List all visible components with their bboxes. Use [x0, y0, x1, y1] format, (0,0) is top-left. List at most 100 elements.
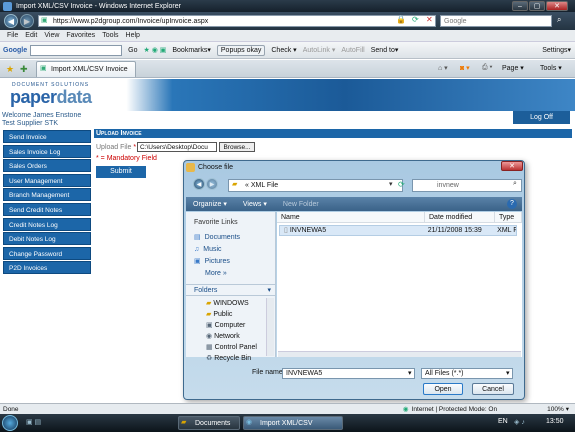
window-title: Import XML/CSV Invoice - Windows Interne… — [16, 2, 181, 10]
filetype-select[interactable]: All Files (*.*) — [421, 368, 513, 379]
submit-button[interactable]: Submit — [96, 166, 146, 178]
bookmarks-button[interactable]: Bookmarks▾ — [172, 46, 211, 54]
dialog-path-field[interactable]: « XML File — [228, 179, 403, 192]
autofill-button[interactable]: AutoFill — [341, 47, 364, 54]
dialog-close-button[interactable]: ✕ — [501, 161, 523, 171]
folders-heading[interactable]: Folders ▾ — [186, 284, 275, 296]
more-link[interactable]: More » — [186, 268, 275, 280]
col-date-modified[interactable]: Date modified — [425, 211, 495, 223]
url-field[interactable]: https://www.p2dgroup.com/Invoice/upInvoi… — [38, 15, 436, 27]
sidebar-item-sales-invoice-log[interactable]: Sales Invoice Log — [3, 144, 91, 158]
zone-text: Internet | Protected Mode: On — [411, 405, 498, 413]
sidebar-item-send-credit-notes[interactable]: Send Credit Notes — [3, 202, 91, 216]
folder-recycle-bin[interactable]: ♻ Recycle Bin — [186, 353, 275, 364]
mandatory-note: * = Mandatory Field — [96, 155, 157, 162]
welcome-text: Welcome James Enstone Test Supplier STK — [2, 112, 82, 127]
path-dropdown-icon[interactable]: ▾ — [389, 180, 393, 188]
help-icon[interactable]: ? — [507, 199, 517, 209]
col-type[interactable]: Type — [495, 211, 522, 223]
filename-dropdown-icon[interactable]: ▾ — [408, 369, 412, 377]
browse-button[interactable]: Browse... — [219, 142, 255, 152]
folder-computer[interactable]: ▣ Computer — [186, 320, 275, 331]
filename-input[interactable]: INVNEWA5 — [282, 368, 415, 379]
views-button[interactable]: Views ▾ — [243, 200, 267, 208]
open-button[interactable]: Open — [423, 383, 463, 395]
sendto-button[interactable]: Send to▾ — [371, 46, 399, 54]
fav-music[interactable]: ♫ Music — [186, 244, 275, 256]
print-icon[interactable]: ⎙ ▾ — [482, 64, 493, 72]
zoom-level[interactable]: 100% — [547, 406, 564, 413]
sidebar-item-sales-orders[interactable]: Sales Orders — [3, 159, 91, 173]
sidebar-item-debit-notes-log[interactable]: Debit Notes Log — [3, 232, 91, 246]
taskbar-documents[interactable]: Documents — [178, 416, 240, 430]
popups-button[interactable]: Popups okay — [216, 44, 266, 56]
maximize-button[interactable]: ▢ — [529, 1, 545, 11]
file-row[interactable]: ▯ INVNEWA5 21/11/2008 15:39 XML File — [279, 225, 517, 236]
dialog-search-icon[interactable]: ⌕ — [513, 180, 517, 188]
upload-file-input[interactable]: C:\Users\Desktop\Docu — [137, 142, 217, 152]
sidebar-item-p2d-invoices[interactable]: P2D Invoices — [3, 261, 91, 275]
tray-icons[interactable]: ◈ ♪ — [514, 418, 525, 426]
dialog-folder-icon — [186, 163, 195, 172]
window-title-bar: Import XML/CSV Invoice - Windows Interne… — [0, 0, 575, 12]
cancel-button[interactable]: Cancel — [472, 383, 514, 395]
folder-control-panel[interactable]: ▦ Control Panel — [186, 342, 275, 353]
menu-help[interactable]: Help — [126, 32, 140, 39]
close-button[interactable]: ✕ — [546, 1, 568, 11]
filetype-dropdown-icon[interactable]: ▾ — [506, 369, 510, 377]
tools-menu[interactable]: Tools ▾ — [540, 64, 562, 72]
menu-view[interactable]: View — [44, 32, 59, 39]
col-name[interactable]: Name — [277, 211, 425, 223]
refresh-icon[interactable]: ⟳ — [412, 15, 419, 24]
menu-edit[interactable]: Edit — [25, 32, 37, 39]
google-search-input[interactable] — [30, 44, 123, 56]
zoom-dropdown-icon[interactable]: ▾ — [566, 405, 569, 413]
stop-icon[interactable]: ✕ — [426, 15, 433, 24]
menu-file[interactable]: File — [7, 32, 18, 39]
dialog-forward-button[interactable]: ▶ — [206, 178, 218, 190]
page-menu[interactable]: Page ▾ — [502, 64, 524, 72]
feeds-icon[interactable]: ◙ ▾ — [460, 64, 470, 72]
search-icon[interactable]: ⌕ — [557, 15, 561, 25]
taskbar-ie[interactable]: Import XML/CSV Invoice... — [243, 416, 343, 430]
forward-button[interactable]: ▶ — [20, 14, 34, 28]
sidebar-item-user-management[interactable]: User Management — [3, 173, 91, 187]
new-folder-button[interactable]: New Folder — [283, 201, 319, 208]
organize-button[interactable]: Organize ▾ — [193, 200, 227, 208]
tab-active[interactable]: Import XML/CSV Invoice — [36, 61, 136, 77]
sidebar-item-send-invoice[interactable]: Send Invoice — [3, 130, 91, 143]
lock-icon[interactable]: 🔒 — [396, 15, 406, 24]
fav-pictures[interactable]: ▣ Pictures — [186, 256, 275, 268]
google-go-button[interactable]: Go — [128, 47, 137, 54]
add-favorite-icon[interactable]: ✚ — [20, 64, 28, 75]
fav-documents[interactable]: ▤ Documents — [186, 232, 275, 244]
home-icon[interactable]: ⌂ ▾ — [438, 64, 448, 72]
autolink-button[interactable]: AutoLink ▾ — [303, 46, 336, 54]
sidebar-item-branch-management[interactable]: Branch Management — [3, 188, 91, 202]
sidebar-item-credit-notes-log[interactable]: Credit Notes Log — [3, 217, 91, 231]
logoff-button[interactable]: Log Off — [513, 111, 570, 124]
file-list-scrollbar[interactable] — [278, 351, 521, 357]
folder-windows[interactable]: ▰ WINDOWS — [186, 298, 275, 309]
clock[interactable]: 13:50 — [546, 418, 564, 425]
minimize-button[interactable]: – — [512, 1, 528, 11]
language-indicator[interactable]: EN — [498, 418, 508, 425]
recycle-bin-icon: ♻ — [206, 355, 213, 362]
start-button[interactable] — [2, 415, 18, 431]
quick-launch-icons[interactable]: ▣ ▤ — [26, 418, 41, 426]
folder-network[interactable]: ◉ Network — [186, 331, 275, 342]
search-box[interactable]: Google — [440, 15, 552, 27]
check-button[interactable]: Check ▾ — [271, 46, 296, 54]
menu-tools[interactable]: Tools — [102, 32, 118, 39]
back-button[interactable]: ◀ — [4, 14, 18, 28]
dialog-back-button[interactable]: ◀ — [193, 178, 205, 190]
sidebar-item-change-password[interactable]: Change Password — [3, 246, 91, 260]
dialog-search-input[interactable]: invnew — [412, 179, 522, 192]
favorites-star-icon[interactable]: ★ — [6, 64, 14, 75]
toolbar-icons[interactable]: ★ ◉ ▣ — [143, 46, 166, 54]
menu-favorites[interactable]: Favorites — [66, 32, 95, 39]
folders-scrollbar[interactable] — [266, 298, 274, 356]
dialog-refresh-icon[interactable]: ⟳ — [398, 180, 405, 189]
settings-button[interactable]: Settings▾ — [542, 46, 571, 54]
folder-public[interactable]: ▰ Public — [186, 309, 275, 320]
